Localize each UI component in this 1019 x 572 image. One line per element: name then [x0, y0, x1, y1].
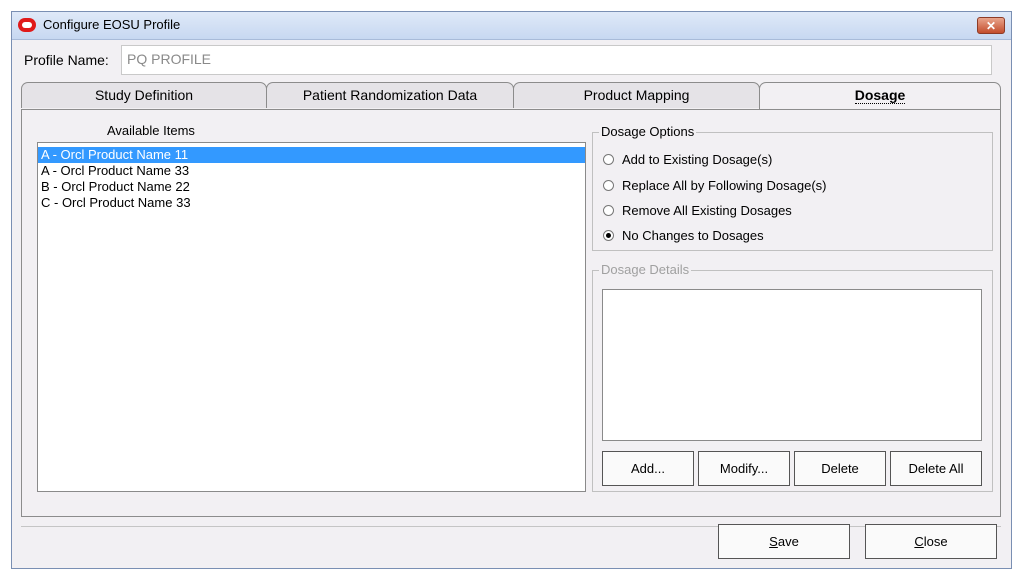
tab-dosage[interactable]: Dosage	[759, 82, 1001, 111]
close-button[interactable]: Close	[865, 524, 997, 559]
add-dosage-button[interactable]: Add...	[602, 451, 694, 486]
title-bar: Configure EOSU Profile ✕	[12, 12, 1011, 40]
dosage-details-group: Dosage Details Add... Modify... Delete D…	[592, 262, 993, 492]
list-item[interactable]: B - Orcl Product Name 22	[38, 179, 585, 195]
tab-study-definition[interactable]: Study Definition	[21, 82, 267, 108]
dosage-options-group: Dosage Options Add to Existing Dosage(s)…	[592, 124, 993, 251]
configure-eosu-profile-dialog: Configure EOSU Profile ✕ Profile Name: P…	[11, 11, 1012, 569]
list-item[interactable]: A - Orcl Product Name 11	[38, 147, 585, 163]
radio-remove-all[interactable]: Remove All Existing Dosages	[603, 202, 792, 220]
modify-dosage-button[interactable]: Modify...	[698, 451, 790, 486]
tab-strip: Study Definition Patient Randomization D…	[21, 82, 1001, 111]
divider	[21, 526, 1001, 527]
radio-label: Remove All Existing Dosages	[622, 203, 792, 218]
tab-label: Product Mapping	[583, 87, 690, 103]
radio-button-checked-icon	[603, 230, 614, 241]
tab-label: Study Definition	[94, 87, 194, 103]
dosage-tab-panel: Available Items A - Orcl Product Name 11…	[21, 109, 1001, 517]
tab-label: Dosage	[854, 87, 906, 104]
radio-button-icon	[603, 205, 614, 216]
delete-all-dosages-button[interactable]: Delete All	[890, 451, 982, 486]
dosage-details-legend: Dosage Details	[599, 262, 692, 277]
available-items-label: Available Items	[107, 123, 195, 138]
tab-label: Patient Randomization Data	[302, 87, 478, 103]
profile-name-field[interactable]: PQ PROFILE	[121, 45, 992, 75]
radio-label: Replace All by Following Dosage(s)	[622, 178, 827, 193]
tab-product-mapping[interactable]: Product Mapping	[513, 82, 760, 108]
save-button[interactable]: Save	[718, 524, 850, 559]
oracle-logo-icon	[18, 18, 36, 32]
list-item[interactable]: C - Orcl Product Name 33	[38, 195, 585, 211]
radio-replace-all[interactable]: Replace All by Following Dosage(s)	[603, 177, 826, 195]
radio-button-icon	[603, 180, 614, 191]
tab-patient-randomization-data[interactable]: Patient Randomization Data	[266, 82, 514, 108]
radio-label: Add to Existing Dosage(s)	[622, 152, 773, 167]
save-label: ave	[777, 534, 799, 549]
close-mnemonic: C	[914, 534, 924, 549]
delete-dosage-button[interactable]: Delete	[794, 451, 886, 486]
radio-no-changes[interactable]: No Changes to Dosages	[603, 227, 764, 245]
dosage-details-list[interactable]	[602, 289, 982, 441]
dosage-options-legend: Dosage Options	[599, 124, 697, 139]
save-mnemonic: S	[769, 534, 778, 549]
radio-add-to-existing[interactable]: Add to Existing Dosage(s)	[603, 151, 772, 169]
close-label: lose	[923, 534, 948, 549]
window-title: Configure EOSU Profile	[43, 17, 181, 32]
profile-name-label: Profile Name:	[24, 52, 109, 68]
radio-button-icon	[603, 154, 614, 165]
list-item[interactable]: A - Orcl Product Name 33	[38, 163, 585, 179]
close-window-button[interactable]: ✕	[977, 17, 1005, 34]
radio-label: No Changes to Dosages	[622, 228, 764, 243]
available-items-list[interactable]: A - Orcl Product Name 11 A - Orcl Produc…	[37, 142, 586, 492]
